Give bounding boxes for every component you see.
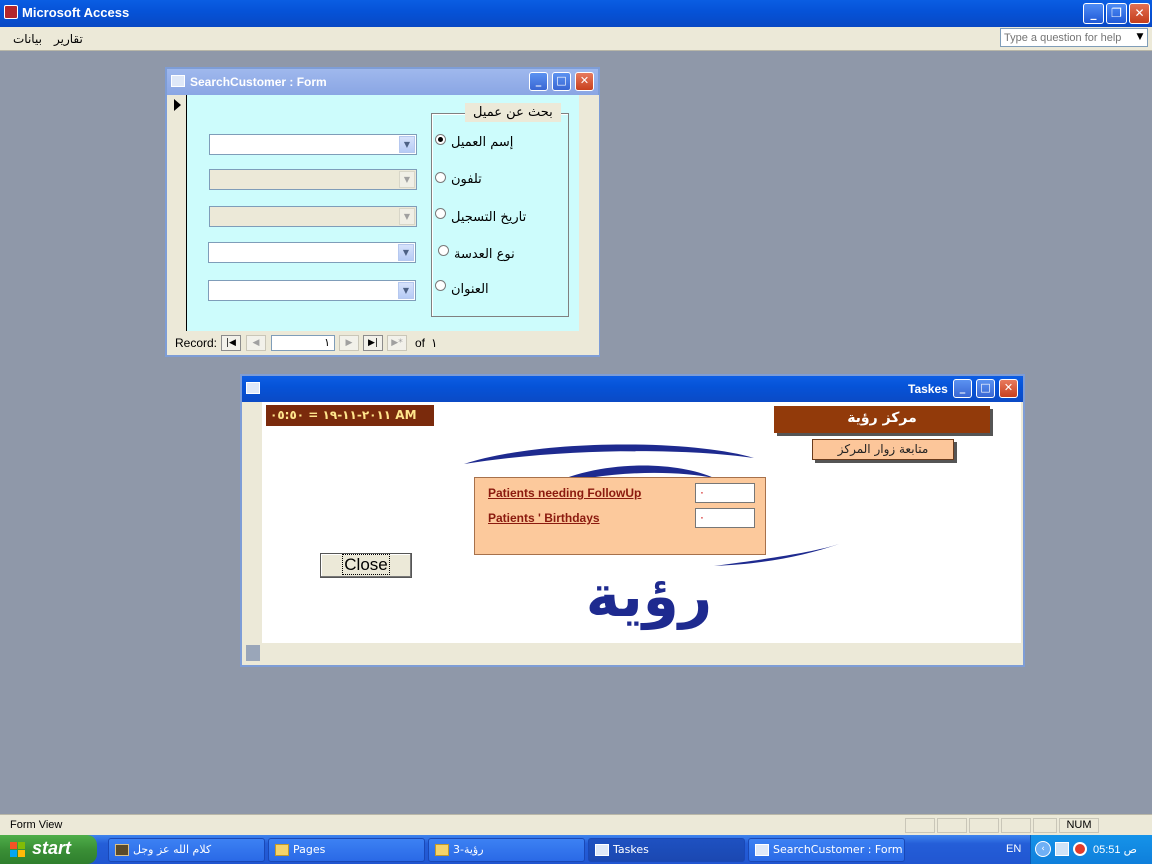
record-label: Record: [175, 336, 218, 350]
record-navigation-bar: Record: |◀ ◀ ١ ▶ ▶| ▶* of ١ [169, 331, 599, 355]
new-record-button[interactable]: ▶* [387, 335, 407, 351]
address-combo[interactable]: ▼ [208, 280, 416, 301]
radio-button[interactable] [435, 134, 446, 145]
form-icon [755, 844, 769, 856]
radio-button[interactable] [435, 280, 446, 291]
form-icon [595, 844, 609, 856]
close-app-button[interactable]: ✕ [1129, 3, 1150, 24]
menu-bar: بيانات تقارير [0, 27, 1152, 51]
registration-date-combo[interactable]: ▼ [209, 206, 417, 227]
record-selector[interactable] [169, 95, 187, 331]
scroll-corner [246, 645, 260, 661]
app-icon [115, 844, 129, 856]
chevron-down-icon[interactable]: ▼ [399, 171, 415, 188]
status-view-text: Form View [10, 819, 63, 831]
followup-patients-link[interactable]: Patients needing FollowUp [488, 486, 641, 500]
app-title-bar: Microsoft Access _ ❐ ✕ [0, 0, 1152, 27]
radio-button[interactable] [438, 245, 449, 256]
window-title: SearchCustomer : Form [190, 75, 327, 89]
language-indicator[interactable]: EN [1006, 843, 1021, 855]
window-title: Taskes [908, 382, 948, 396]
antivirus-icon[interactable] [1073, 842, 1087, 856]
close-button[interactable]: ✕ [575, 72, 594, 91]
current-datetime: ٢٠١١-١١-١٩ = ٠٥:٥٠ AM [266, 405, 434, 426]
last-record-button[interactable]: ▶| [363, 335, 383, 351]
minimize-button[interactable]: _ [953, 379, 972, 398]
menu-item-data[interactable]: بيانات [13, 32, 42, 46]
close-button[interactable]: ✕ [999, 379, 1018, 398]
tasks-titlebar[interactable]: Taskes _ □ ✕ [242, 376, 1023, 402]
birthdays-count-field: ٠ [695, 508, 755, 528]
minimize-button[interactable]: _ [529, 72, 548, 91]
chevron-down-icon[interactable]: ▼ [399, 208, 415, 225]
access-app-icon[interactable] [4, 5, 18, 19]
tasks-window: Taskes _ □ ✕ رؤية ٢٠١١-١١-١٩ = ٠٥:٥٠ AM … [240, 374, 1025, 667]
radio-button[interactable] [435, 172, 446, 183]
next-record-button[interactable]: ▶ [339, 335, 359, 351]
search-form-body: بحث عن عميل إسم العميل تلفون تاريخ التسج… [169, 95, 599, 331]
search-customer-window: SearchCustomer : Form _ □ ✕ بحث عن عميل … [165, 67, 600, 357]
minimize-button[interactable]: _ [1083, 3, 1104, 24]
taskbar-item-searchcustomer[interactable]: SearchCustomer : Form [748, 838, 905, 862]
help-dropdown-icon[interactable]: ▼ [1133, 29, 1147, 46]
lens-type-combo[interactable]: ▼ [208, 242, 416, 263]
center-title: مركز رؤية [774, 406, 990, 433]
current-record-input[interactable]: ١ [271, 335, 335, 351]
previous-record-button[interactable]: ◀ [246, 335, 266, 351]
birthdays-link[interactable]: Patients ' Birthdays [488, 511, 600, 525]
radio-button[interactable] [435, 208, 446, 219]
phone-combo[interactable]: ▼ [209, 169, 417, 190]
num-lock-indicator: NUM [1059, 818, 1099, 833]
patient-links-panel: Patients needing FollowUp ٠ Patients ' B… [474, 477, 766, 555]
form-icon [171, 75, 185, 87]
windows-logo-icon [10, 842, 26, 858]
menu-item-reports[interactable]: تقارير [54, 32, 83, 46]
customer-name-combo[interactable]: ▼ [209, 134, 417, 155]
followup-count-field: ٠ [695, 483, 755, 503]
start-button[interactable]: start [0, 835, 97, 864]
taskbar-item-quran[interactable]: كلام الله عز وجل [108, 838, 265, 862]
maximize-button[interactable]: □ [552, 72, 571, 91]
taskbar-item-taskes[interactable]: Taskes [588, 838, 745, 862]
taskbar-item-pages[interactable]: Pages [268, 838, 425, 862]
center-visitors-followup-button[interactable]: متابعة زوار المركز [812, 439, 954, 460]
of-label: of [415, 336, 426, 350]
chevron-left-icon[interactable]: ‹ [1035, 841, 1051, 857]
record-total: ١ [431, 336, 438, 350]
maximize-button[interactable]: □ [976, 379, 995, 398]
first-record-button[interactable]: |◀ [221, 335, 241, 351]
chevron-down-icon[interactable]: ▼ [399, 136, 415, 153]
folder-icon [435, 844, 449, 856]
status-bar: Form View NUM [0, 814, 1152, 835]
close-form-button[interactable]: Close [320, 553, 412, 578]
restore-button[interactable]: ❐ [1106, 3, 1127, 24]
network-icon[interactable] [1055, 842, 1069, 856]
clock[interactable]: 05:51 ص [1093, 843, 1137, 856]
chevron-down-icon[interactable]: ▼ [398, 244, 414, 261]
taskbar-item-ruya[interactable]: رؤية-3 [428, 838, 585, 862]
app-title: Microsoft Access [22, 5, 130, 20]
search-customer-titlebar[interactable]: SearchCustomer : Form _ □ ✕ [167, 69, 598, 95]
form-icon [246, 382, 260, 394]
chevron-down-icon[interactable]: ▼ [398, 282, 414, 299]
logo-text: رؤية [586, 562, 712, 631]
current-record-arrow-icon [174, 99, 181, 111]
system-tray: ‹ 05:51 ص [1030, 835, 1152, 864]
help-search-input[interactable] [1001, 29, 1133, 46]
folder-icon [275, 844, 289, 856]
help-search-box[interactable]: ▼ [1000, 28, 1148, 47]
frame-label: بحث عن عميل [465, 103, 561, 122]
tasks-form-body: رؤية ٢٠١١-١١-١٩ = ٠٥:٥٠ AM مركز رؤية متا… [244, 402, 1021, 663]
taskbar: start كلام الله عز وجل Pages رؤية-3 Task… [0, 835, 1152, 864]
